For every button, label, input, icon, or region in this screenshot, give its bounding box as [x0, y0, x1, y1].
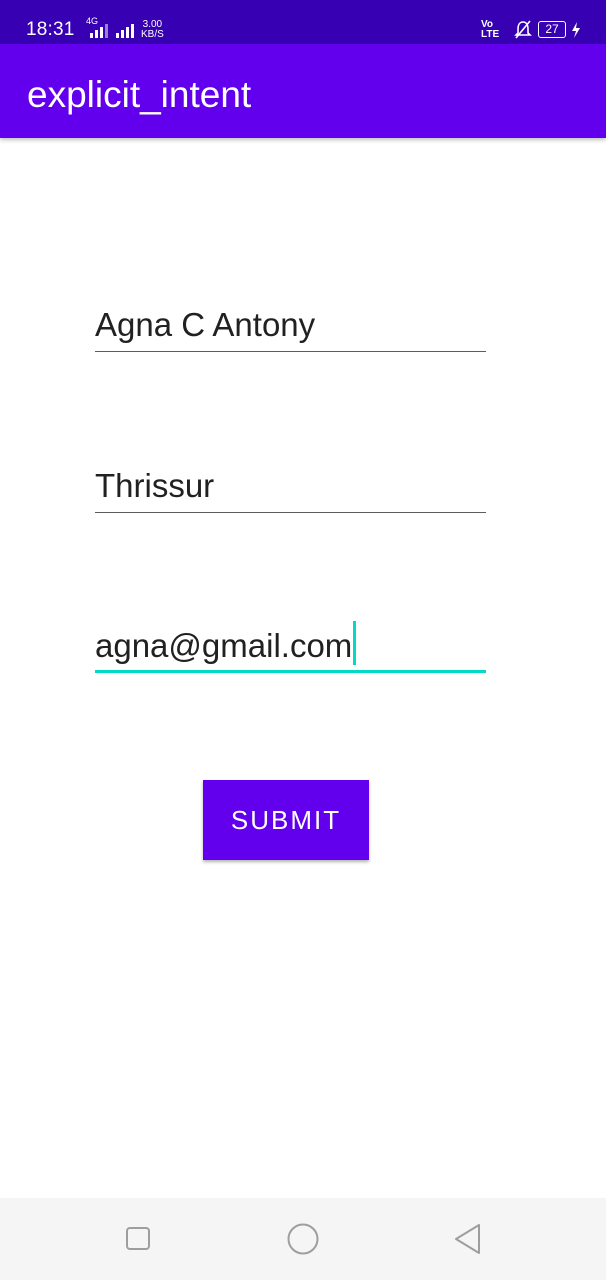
signal-strength-icon-2: [116, 24, 134, 38]
charging-bolt-icon: [572, 22, 580, 38]
navigation-bar: [0, 1198, 606, 1280]
email-field-underline: [95, 670, 486, 673]
name-field-underline: [95, 350, 486, 352]
recents-square-icon[interactable]: [125, 1224, 153, 1252]
city-field[interactable]: Thrissur: [95, 461, 486, 513]
muted-bell-icon: [514, 20, 532, 39]
name-field[interactable]: Agna C Antony: [95, 300, 486, 352]
back-triangle-icon[interactable]: [453, 1223, 483, 1255]
signal-strength-icon: [90, 24, 108, 38]
name-field-value[interactable]: Agna C Antony: [95, 306, 315, 344]
submit-button[interactable]: SUBMIT: [203, 780, 369, 860]
network-speed-unit: KB/S: [141, 29, 164, 40]
city-field-underline: [95, 511, 486, 513]
email-field-content[interactable]: agna@gmail.com: [95, 621, 357, 665]
volte-indicator: Vo LTE: [481, 20, 499, 40]
email-field-value[interactable]: agna@gmail.com: [95, 627, 352, 664]
city-field-value[interactable]: Thrissur: [95, 467, 214, 505]
app-bar: explicit_intent: [0, 44, 606, 138]
volte-bottom: LTE: [481, 29, 500, 40]
status-bar: 18:31 4G 3.00 KB/S Vo LTE 27: [0, 0, 606, 44]
app-screen: 18:31 4G 3.00 KB/S Vo LTE 27 explicit_in…: [0, 0, 606, 1280]
battery-icon: 27: [538, 21, 566, 38]
email-field[interactable]: agna@gmail.com: [95, 618, 486, 673]
app-title: explicit_intent: [27, 74, 252, 115]
text-cursor: [353, 621, 357, 665]
home-circle-icon[interactable]: [286, 1222, 320, 1256]
battery-level: 27: [545, 22, 559, 36]
status-time: 18:31: [26, 19, 75, 40]
network-speed: 3.00 KB/S: [141, 20, 164, 40]
